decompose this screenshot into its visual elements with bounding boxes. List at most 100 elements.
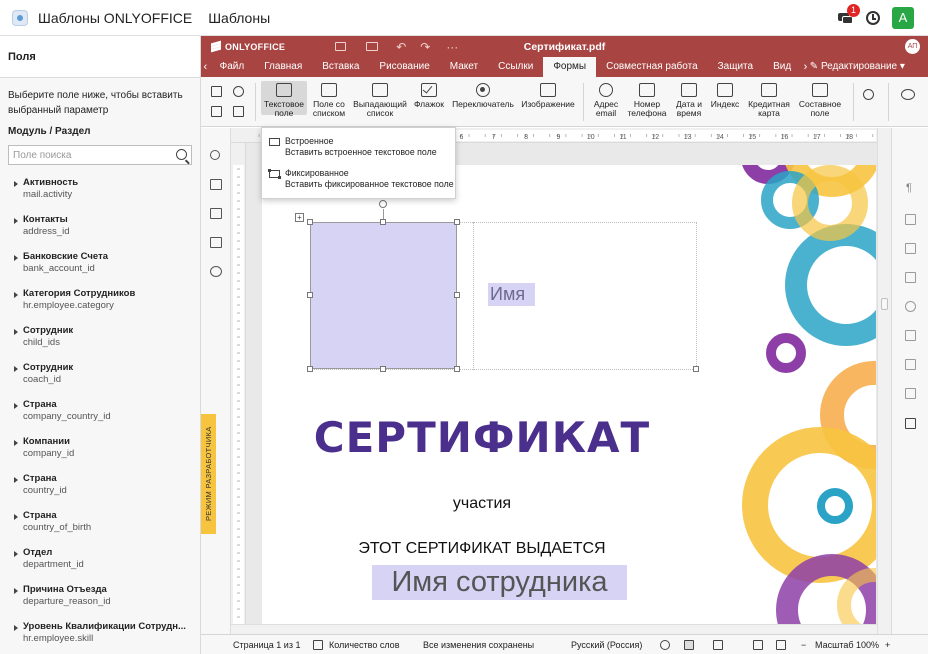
- find-icon[interactable]: [210, 150, 220, 160]
- field-handle[interactable]: [693, 366, 699, 372]
- field-item[interactable]: Категория Сотрудников hr.employee.categor…: [0, 288, 200, 325]
- field-item[interactable]: Сотрудник coach_id: [0, 362, 200, 399]
- zoom-level[interactable]: Масштаб 100%: [815, 640, 879, 650]
- tab-view[interactable]: Вид: [763, 57, 801, 77]
- field-item[interactable]: Активность mail.activity: [0, 177, 200, 214]
- page-indicator[interactable]: Страница 1 из 1: [233, 640, 300, 650]
- word-count-icon[interactable]: [313, 640, 323, 650]
- resize-handle[interactable]: [307, 366, 313, 372]
- undo-icon[interactable]: ↶: [396, 40, 406, 54]
- checkbox-button[interactable]: Флажок: [411, 83, 447, 109]
- field-item[interactable]: Страна country_id: [0, 473, 200, 510]
- expand-arrow-icon[interactable]: [14, 329, 18, 335]
- expand-arrow-icon[interactable]: [14, 514, 18, 520]
- language-select[interactable]: Русский (Россия): [571, 640, 642, 650]
- spellcheck-icon[interactable]: [684, 640, 694, 650]
- edit-mode-dropdown[interactable]: ✎ Редактирование ▾: [810, 57, 917, 77]
- search-icon[interactable]: [176, 149, 187, 160]
- expand-arrow-icon[interactable]: [14, 625, 18, 631]
- search-input[interactable]: [9, 146, 169, 164]
- form-settings-icon[interactable]: [905, 418, 916, 429]
- tabs-scroll-right-icon[interactable]: ›: [801, 57, 810, 77]
- developer-mode-badge[interactable]: РЕЖИМ РАЗРАБОТЧИКА: [201, 414, 216, 534]
- resize-handle[interactable]: [454, 219, 460, 225]
- text-field-button[interactable]: Текстовое поле: [261, 81, 307, 118]
- zoom-out-icon[interactable]: −: [801, 640, 806, 650]
- manage-roles-icon[interactable]: [863, 89, 874, 100]
- menu-item-inline-field[interactable]: Встроенное Вставить встроенное текстовое…: [262, 128, 455, 160]
- header-footer-icon[interactable]: [905, 272, 916, 283]
- field-item[interactable]: Контакты address_id: [0, 214, 200, 251]
- mail-merge-icon[interactable]: [905, 388, 916, 399]
- expand-arrow-icon[interactable]: [14, 551, 18, 557]
- expand-arrow-icon[interactable]: [14, 366, 18, 372]
- field-item[interactable]: Сотрудник child_ids: [0, 325, 200, 362]
- move-handle-icon[interactable]: +: [295, 213, 304, 222]
- save-icon[interactable]: [335, 42, 347, 51]
- expand-arrow-icon[interactable]: [14, 588, 18, 594]
- more-icon[interactable]: ···: [446, 40, 458, 54]
- chat-panel-icon[interactable]: [210, 208, 222, 219]
- info-icon[interactable]: [210, 266, 222, 277]
- user-avatar[interactable]: A: [892, 6, 914, 29]
- expand-arrow-icon[interactable]: [14, 440, 18, 446]
- tabs-scroll-left-icon[interactable]: ‹: [201, 57, 210, 77]
- word-count[interactable]: Количество слов: [329, 640, 399, 650]
- radio-button-button[interactable]: Переключатель: [449, 83, 517, 109]
- field-item[interactable]: Уровень Квалификации Сотрудн... hr.employ…: [0, 621, 200, 654]
- rotate-handle-icon[interactable]: [379, 200, 387, 208]
- tab-collaboration[interactable]: Совместная работа: [596, 57, 708, 77]
- fit-page-icon[interactable]: [753, 640, 763, 650]
- cut-icon[interactable]: [233, 86, 244, 97]
- editor-user-avatar[interactable]: АП: [905, 39, 920, 54]
- horizontal-scrollbar[interactable]: [231, 624, 877, 634]
- field-item[interactable]: Банковские Счета bank_account_id: [0, 251, 200, 288]
- chart-settings-icon[interactable]: [905, 330, 916, 341]
- menu-item-fixed-field[interactable]: Фиксированное Вставить фиксированное тек…: [262, 160, 455, 192]
- expand-arrow-icon[interactable]: [14, 218, 18, 224]
- tab-layout[interactable]: Макет: [440, 57, 488, 77]
- copy-icon[interactable]: [211, 86, 222, 97]
- view-form-icon[interactable]: [901, 89, 915, 100]
- image-button[interactable]: Изображение: [519, 83, 577, 109]
- tab-draw[interactable]: Рисование: [369, 57, 439, 77]
- text-art-icon[interactable]: [905, 359, 916, 370]
- paragraph-icon[interactable]: ¶: [906, 182, 912, 194]
- document-canvas[interactable]: + Имя СЕРТИФИКАТ участия ЭТОТ СЕРТИФИКАТ…: [246, 143, 877, 634]
- vertical-ruler[interactable]: [231, 143, 246, 634]
- tab-home[interactable]: Главная: [254, 57, 312, 77]
- tab-file[interactable]: Файл: [210, 57, 255, 77]
- complex-field-button[interactable]: Составное поле: [795, 83, 845, 118]
- chat-icon[interactable]: 1: [838, 3, 860, 25]
- resize-handle[interactable]: [307, 292, 313, 298]
- field-item[interactable]: Компании company_id: [0, 436, 200, 473]
- expand-arrow-icon[interactable]: [14, 255, 18, 261]
- zip-button[interactable]: Индекс: [709, 83, 741, 109]
- tab-insert[interactable]: Вставка: [312, 57, 369, 77]
- expand-arrow-icon[interactable]: [14, 477, 18, 483]
- expand-arrow-icon[interactable]: [14, 292, 18, 298]
- shape-settings-icon[interactable]: [905, 301, 916, 312]
- resize-handle[interactable]: [454, 292, 460, 298]
- tab-forms[interactable]: Формы: [543, 57, 597, 77]
- image-settings-icon[interactable]: [905, 243, 916, 254]
- field-item[interactable]: Отдел department_id: [0, 547, 200, 584]
- combo-box-button[interactable]: Поле со списком: [309, 83, 349, 118]
- tab-references[interactable]: Ссылки: [488, 57, 543, 77]
- field-search[interactable]: [8, 145, 192, 165]
- tab-protection[interactable]: Защита: [708, 57, 763, 77]
- field-item[interactable]: Страна company_country_id: [0, 399, 200, 436]
- comments-icon[interactable]: [210, 179, 222, 190]
- datetime-button[interactable]: Дата и время: [673, 83, 705, 118]
- vertical-scrollbar[interactable]: [877, 128, 891, 634]
- employee-name-field[interactable]: Имя сотрудника: [372, 565, 627, 600]
- resize-handle[interactable]: [307, 219, 313, 225]
- expand-arrow-icon[interactable]: [14, 181, 18, 187]
- certificate-page[interactable]: + Имя СЕРТИФИКАТ участия ЭТОТ СЕРТИФИКАТ…: [262, 165, 876, 634]
- expand-arrow-icon[interactable]: [14, 403, 18, 409]
- zoom-in-icon[interactable]: +: [885, 640, 890, 650]
- field-item[interactable]: Страна country_of_birth: [0, 510, 200, 547]
- table-settings-icon[interactable]: [905, 214, 916, 225]
- fit-width-icon[interactable]: [776, 640, 786, 650]
- redo-icon[interactable]: ↷: [420, 40, 430, 54]
